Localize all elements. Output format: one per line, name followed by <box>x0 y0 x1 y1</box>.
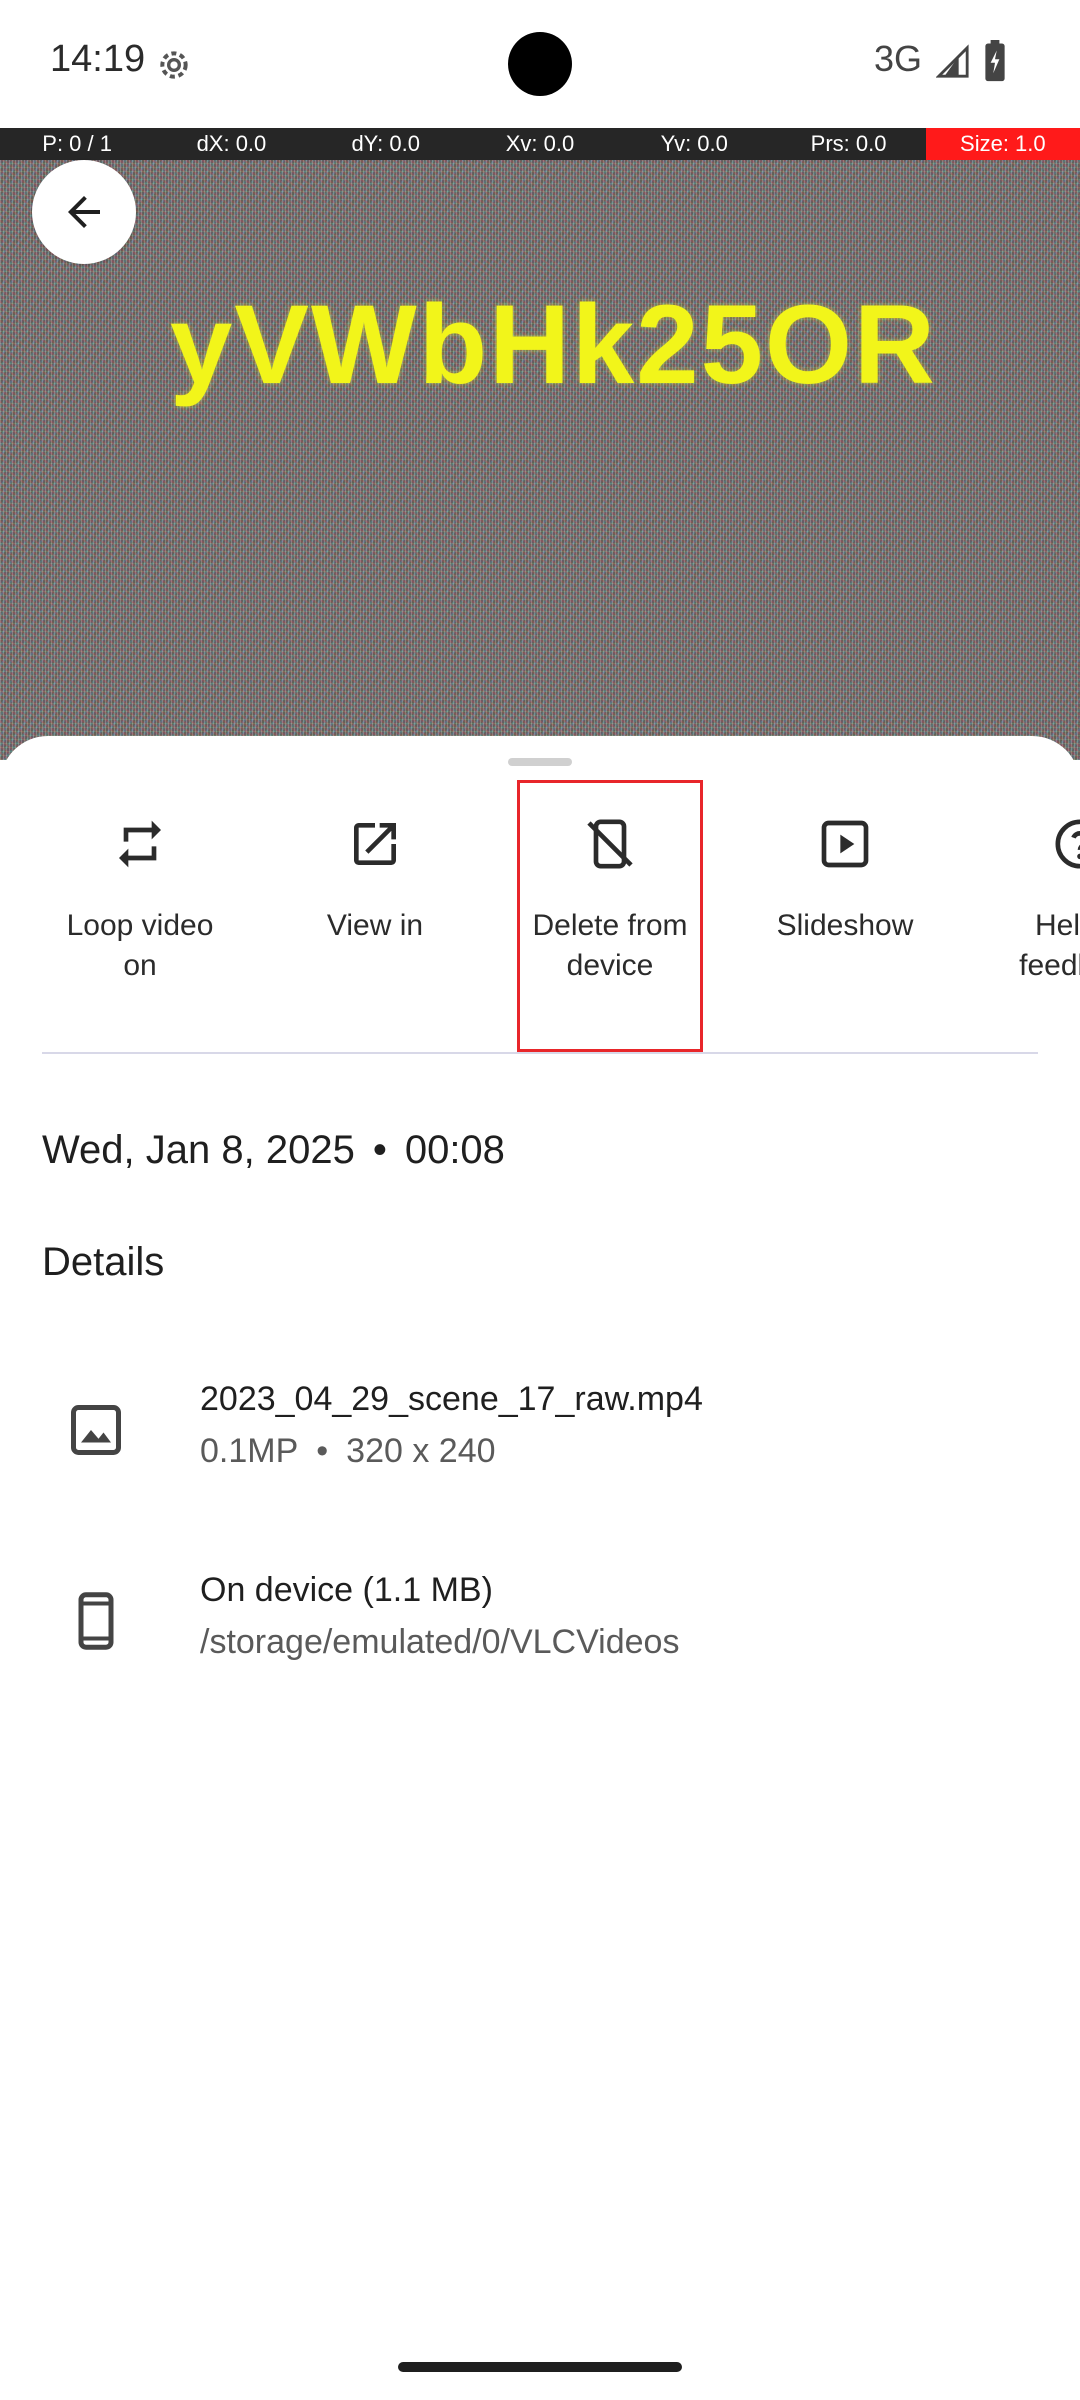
image-icon <box>71 1405 121 1455</box>
action-row: Loop video on View in Delete from device <box>0 780 1080 1056</box>
slideshow-icon <box>821 820 869 868</box>
pointer-dy: dY: 0.0 <box>351 131 420 156</box>
drag-handle[interactable] <box>508 758 572 766</box>
screen: 14:19 3G P: 0 / 1 dX: 0.0 dY: 0.0 Xv: 0.… <box>0 0 1080 2400</box>
delete-from-device-icon <box>587 819 633 869</box>
pointer-dx: dX: 0.0 <box>196 131 267 156</box>
file-name: 2023_04_29_scene_17_raw.mp4 <box>200 1380 703 1418</box>
battery-icon <box>985 40 1005 82</box>
action-divider <box>42 1052 1038 1054</box>
view-in-button[interactable]: View in <box>281 816 469 946</box>
help-feedback-button[interactable]: Help & feedback <box>986 816 1080 986</box>
file-resolution: 320 x 240 <box>346 1432 496 1470</box>
phone-icon <box>78 1592 114 1650</box>
date-separator: • <box>372 1128 387 1172</box>
pointer-location-overlay: P: 0 / 1 dX: 0.0 dY: 0.0 Xv: 0.0 Yv: 0.0… <box>0 128 1080 160</box>
pointer-count: P: 0 / 1 <box>42 131 112 156</box>
storage-path: /storage/emulated/0/VLCVideos <box>200 1623 680 1661</box>
network-type: 3G <box>874 38 923 79</box>
help-icon <box>1055 819 1080 869</box>
details-title: Details <box>42 1240 165 1284</box>
home-indicator[interactable] <box>398 2362 682 2372</box>
pointer-yv: Yv: 0.0 <box>660 131 728 156</box>
status-time: 14:19 <box>50 38 146 80</box>
spec-separator: • <box>316 1432 329 1470</box>
details-bottom-sheet: Loop video on View in Delete from device <box>0 736 1080 2400</box>
capture-time: 00:08 <box>404 1128 505 1172</box>
loop-icon <box>119 820 161 868</box>
loop-video-label: Loop video on <box>66 909 214 982</box>
pointer-size: Size: 1.0 <box>925 128 1080 160</box>
video-preview[interactable]: yVWbHk25OR <box>0 160 1080 760</box>
storage-info-row: On device (1.1 MB) /storage/emulated/0/V… <box>0 1571 1080 1691</box>
view-in-label: View in <box>326 909 424 942</box>
status-bar: 14:19 3G <box>0 0 1080 128</box>
settings-gear-icon <box>160 51 188 79</box>
slideshow-button[interactable]: Slideshow <box>751 816 939 946</box>
slideshow-label: Slideshow <box>776 909 914 942</box>
capture-day: Wed, Jan 8, 2025 <box>42 1128 355 1172</box>
loop-video-button[interactable]: Loop video on <box>46 816 234 986</box>
video-overlay-text: yVWbHk25OR <box>170 282 937 407</box>
storage-location: On device (1.1 MB) <box>200 1571 493 1609</box>
signal-icon <box>936 44 969 78</box>
delete-from-device-button[interactable]: Delete from device <box>516 816 704 986</box>
pointer-prs: Prs: 0.0 <box>810 131 887 156</box>
camera-cutout <box>508 32 572 96</box>
arrow-back-icon <box>68 196 100 228</box>
pointer-xv: Xv: 0.0 <box>505 131 575 156</box>
back-button[interactable] <box>32 160 136 264</box>
delete-from-device-label: Delete from device <box>532 909 688 982</box>
help-feedback-label: Help & feedback <box>1019 909 1080 982</box>
capture-date: Wed, Jan 8, 2025 • 00:08 <box>42 1128 505 1173</box>
file-info-row: 2023_04_29_scene_17_raw.mp4 0.1MP • 320 x … <box>0 1380 1080 1500</box>
open-external-icon <box>354 823 396 865</box>
file-megapixels: 0.1MP <box>200 1432 299 1470</box>
file-specs: 0.1MP • 320 x 240 <box>200 1432 496 1471</box>
